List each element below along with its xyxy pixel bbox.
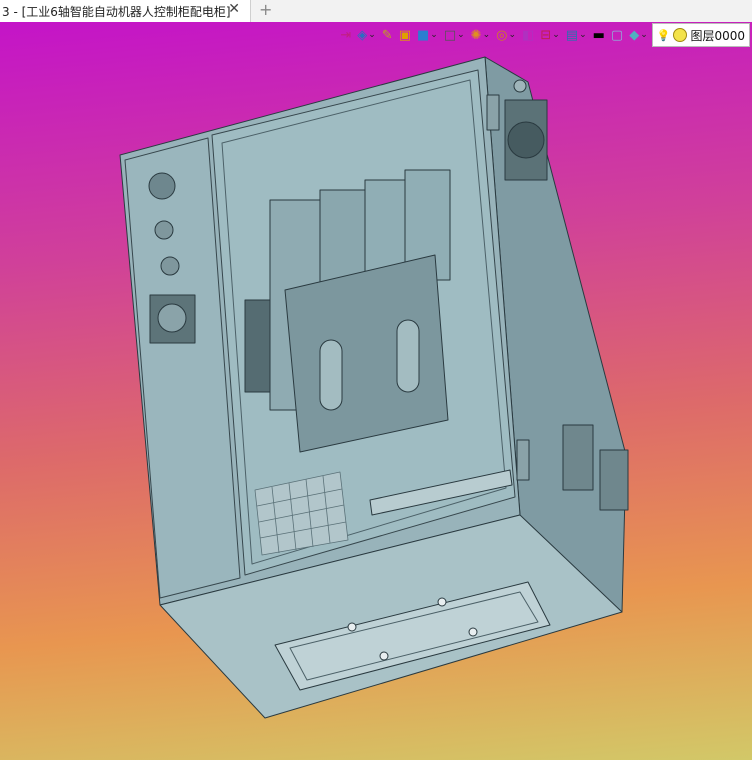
exit-sketch-button[interactable]: ⇥ bbox=[338, 24, 353, 46]
pencil-button[interactable]: ✎ bbox=[380, 24, 395, 46]
chevron-down-icon[interactable]: ⌄ bbox=[368, 30, 376, 40]
3d-viewport[interactable] bbox=[0, 22, 752, 760]
chevron-down-icon[interactable]: ⌄ bbox=[430, 30, 438, 40]
chevron-down-icon[interactable]: ⌄ bbox=[483, 30, 491, 40]
lightbulb-icon: 💡 bbox=[656, 28, 671, 42]
cube-assembly-button[interactable]: ▣ bbox=[397, 24, 413, 46]
layer-label: 图层0000 bbox=[690, 28, 745, 43]
color-black-button[interactable]: ▬ bbox=[591, 24, 607, 46]
display-pane-button[interactable]: ▤ ⌄ bbox=[564, 24, 589, 46]
appearance-button[interactable]: ✺ ⌄ bbox=[469, 24, 492, 46]
appearance-icon: ✺ bbox=[470, 27, 482, 43]
view-toolbar: ⇥ ◈ ⌄ ✎ ▣ ■ ⌄ □ ⌄ ✺ ⌄ ◎ ⌄ ◧ ⊟ ⌄ ▤ ⌄ ▬ ▢ ◆ ⌄ 💡 图层0000 bbox=[338, 22, 752, 48]
chevron-down-icon[interactable]: ⌄ bbox=[457, 30, 465, 40]
background-color-button[interactable]: ▢ bbox=[609, 24, 625, 46]
layer-button[interactable]: ◆ ⌄ bbox=[627, 24, 650, 46]
section-view-icon: ◧ bbox=[522, 27, 535, 43]
cube-assembly-icon: ▣ bbox=[398, 27, 411, 43]
cube-shaded-button[interactable]: ■ ⌄ bbox=[415, 24, 440, 46]
chevron-down-icon[interactable]: ⌄ bbox=[552, 30, 560, 40]
new-tab-button[interactable]: + bbox=[259, 0, 272, 20]
document-tab[interactable]: 3 - [工业6轴智能自动机器人控制柜配电柜] ✕ bbox=[0, 0, 251, 22]
zoom-icon: ◎ bbox=[496, 27, 508, 43]
hide-show-button[interactable]: ⊟ ⌄ bbox=[538, 24, 561, 46]
zoom-button[interactable]: ◎ ⌄ bbox=[494, 24, 518, 46]
cube-shaded-icon: ■ bbox=[416, 27, 430, 43]
layer-icon: ◆ bbox=[629, 27, 640, 43]
close-icon[interactable]: ✕ bbox=[228, 1, 240, 17]
chevron-down-icon[interactable]: ⌄ bbox=[579, 30, 587, 40]
view-orientation-icon: ◈ bbox=[357, 27, 368, 43]
tab-title: 3 - [工业6轴智能自动机器人控制柜配电柜] bbox=[2, 4, 231, 19]
layer-selector[interactable]: 💡 图层0000 bbox=[651, 23, 750, 47]
hide-show-icon: ⊟ bbox=[540, 27, 552, 43]
control-cabinet-model bbox=[119, 56, 629, 719]
cube-wireframe-icon: □ bbox=[443, 27, 457, 43]
cube-wireframe-button[interactable]: □ ⌄ bbox=[442, 24, 467, 46]
background-color-icon: ▢ bbox=[610, 27, 624, 43]
view-orientation-button[interactable]: ◈ ⌄ bbox=[355, 24, 378, 46]
exit-sketch-icon: ⇥ bbox=[340, 27, 352, 43]
display-pane-icon: ▤ bbox=[565, 27, 579, 43]
color-black-icon: ▬ bbox=[592, 27, 605, 43]
chevron-down-icon[interactable]: ⌄ bbox=[508, 30, 516, 40]
pencil-icon: ✎ bbox=[381, 27, 393, 43]
tab-bar: 3 - [工业6轴智能自动机器人控制柜配电柜] ✕ + bbox=[0, 0, 752, 23]
chevron-down-icon[interactable]: ⌄ bbox=[640, 30, 648, 40]
layer-color-icon bbox=[673, 28, 688, 42]
section-view-button[interactable]: ◧ bbox=[520, 24, 536, 46]
